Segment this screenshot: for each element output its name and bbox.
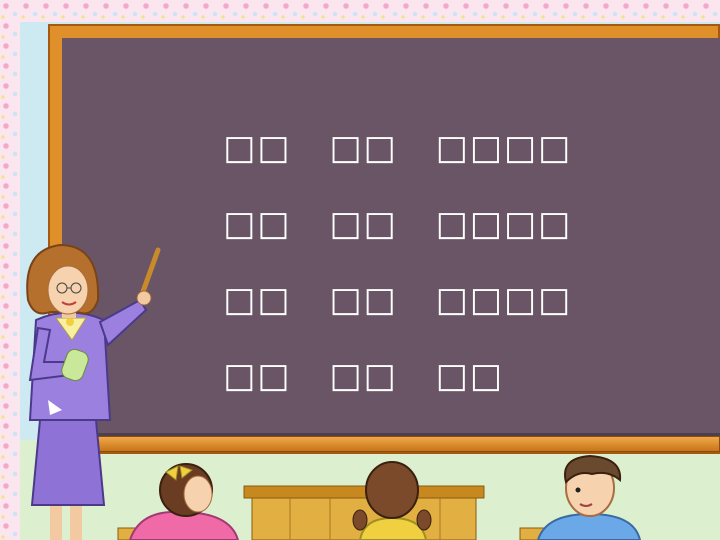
student-boy-right bbox=[536, 454, 642, 540]
classroom-illustration bbox=[26, 243, 642, 540]
teacher-figure bbox=[26, 243, 152, 540]
student-girl-left bbox=[128, 463, 240, 540]
slide: □□ □□ □□□□ □□ □□ □□□□ □□ □□ □□□□ □□ □□ □□ bbox=[0, 0, 720, 540]
